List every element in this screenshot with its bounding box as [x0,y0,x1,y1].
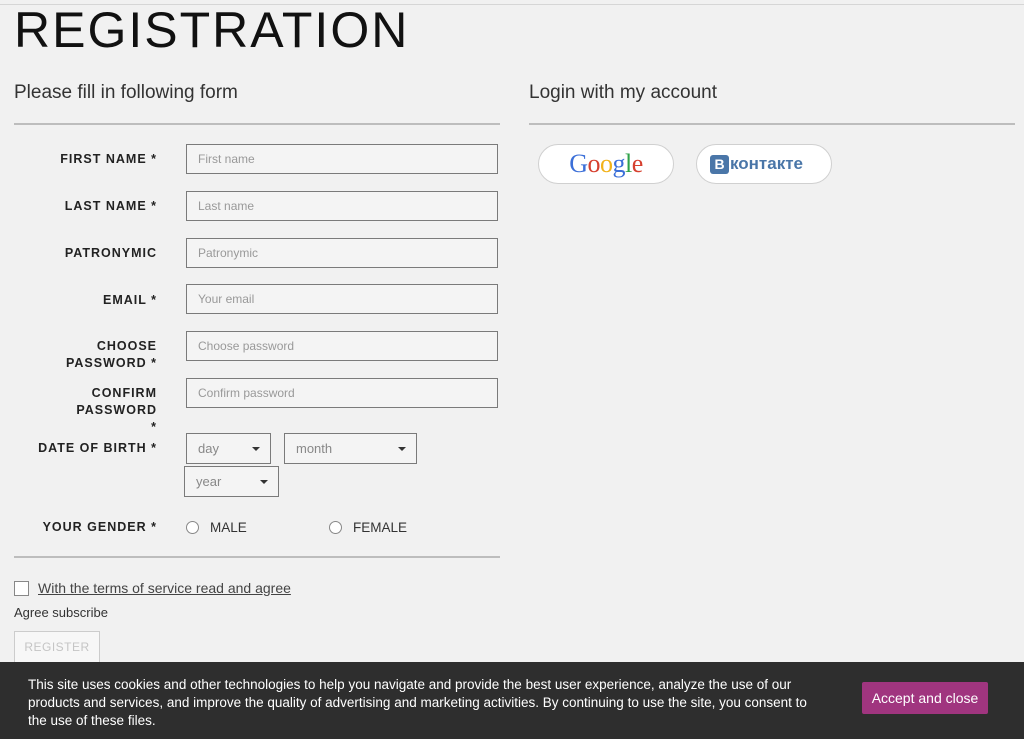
first-name-field[interactable] [186,144,498,174]
choose-password-field[interactable] [186,331,498,361]
chevron-down-icon [260,480,268,484]
cookie-text: This site uses cookies and other technol… [28,677,807,728]
patronymic-field[interactable] [186,238,498,268]
google-logo-letter: G [569,149,588,178]
gender-female-label[interactable]: FEMALE [353,520,407,535]
dob-day-value: day [198,441,219,456]
social-login-heading: Login with my account [529,82,717,103]
google-logo-letter: l [625,149,632,178]
confirm-password-input[interactable] [187,379,497,407]
last-name-input[interactable] [187,192,497,220]
terms-link[interactable]: With the terms of service read and agree [38,580,291,596]
vk-login-button[interactable]: В контакте [696,144,832,184]
dob-month-value: month [296,441,333,456]
google-logo-letter: g [612,149,626,178]
chevron-down-icon [398,447,406,451]
google-login-button[interactable]: Google [538,144,674,184]
accept-cookies-button[interactable]: Accept and close [862,682,988,714]
page-title: REGISTRATION [14,2,410,58]
form-heading: Please fill in following form [14,82,238,103]
dob-year-select[interactable]: year [184,466,279,497]
last-name-label: LAST NAME * [64,199,157,213]
subscribe-label: Agree subscribe [14,605,108,620]
vk-badge: В [710,154,729,174]
confirm-password-label: CONFIRM PASSWORD * [14,385,157,436]
google-logo-letter: e [631,149,644,178]
last-name-field[interactable] [186,191,498,221]
email-label: EMAIL * [103,293,157,307]
register-button[interactable]: REGISTER [14,631,100,663]
dob-day-select[interactable]: day [186,433,271,464]
google-logo-letter: o [600,149,613,178]
dob-month-select[interactable]: month [284,433,417,464]
first-name-label: FIRST NAME * [60,152,157,166]
terms-checkbox[interactable] [14,581,29,596]
vk-wordmark: контакте [730,154,804,173]
patronymic-input[interactable] [187,239,497,267]
gender-female-radio[interactable] [329,521,342,534]
confirm-password-label-line1: CONFIRM PASSWORD [76,386,157,417]
gender-male-label[interactable]: MALE [210,520,247,535]
gender-male-radio[interactable] [186,521,199,534]
date-of-birth-label: DATE OF BIRTH * [38,441,157,455]
dob-year-value: year [196,474,222,489]
choose-password-label: CHOOSE PASSWORD * [65,339,157,370]
choose-password-input[interactable] [187,332,497,360]
confirm-password-label-line2: * [151,420,157,434]
vk-logo: В контакте [710,154,803,174]
google-logo: Google [539,149,673,179]
email-field[interactable] [186,284,498,314]
cookie-banner: This site uses cookies and other technol… [0,662,1024,739]
chevron-down-icon [252,447,260,451]
email-input[interactable] [187,285,497,313]
form-heading-divider [14,123,500,125]
gender-label: YOUR GENDER * [42,520,157,534]
first-name-input[interactable] [187,145,497,173]
confirm-password-field[interactable] [186,378,498,408]
patronymic-label: PATRONYMIC [64,246,157,260]
social-heading-divider [529,123,1015,125]
form-bottom-divider [14,556,500,558]
google-logo-letter: o [587,149,601,178]
